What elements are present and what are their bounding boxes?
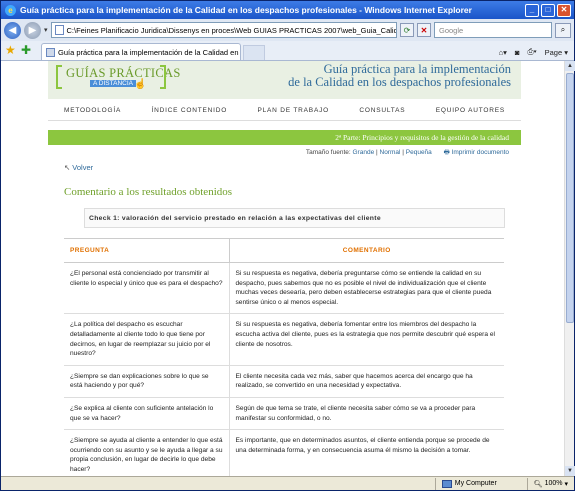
stop-button[interactable]: ✕ — [417, 23, 431, 37]
print-document-link[interactable]: 🖶 Imprimir documento — [444, 149, 509, 156]
tab-page-icon — [46, 47, 55, 57]
table-row: ¿Se explica al cliente con suficiente an… — [64, 397, 504, 431]
print-label: Imprimir documento — [451, 149, 509, 156]
nav-equipo-autores[interactable]: EQUIPO AUTORES — [436, 107, 505, 114]
computer-icon — [441, 479, 452, 488]
title-bar: e Guía práctica para la implementación d… — [1, 1, 574, 19]
question-cell: ¿El personal está concienciado por trans… — [64, 262, 229, 315]
site-nav: METODOLOGÍA ÍNDICE CONTENIDO PLAN DE TRA… — [48, 101, 521, 121]
question-cell: ¿Siempre se ayuda al cliente a entender … — [64, 429, 229, 476]
section-title: Comentario a los resultados obtenidos — [64, 186, 233, 198]
new-tab-button[interactable] — [243, 45, 265, 60]
refresh-button[interactable]: ⟳ — [400, 23, 414, 37]
scroll-down-icon[interactable]: ▼ — [565, 466, 575, 476]
window-title: Guía práctica para la implementación de … — [20, 5, 472, 15]
security-zone: My Computer — [434, 477, 527, 490]
zoom-control[interactable]: 🔍︎ 100% ▾ — [526, 477, 574, 490]
vertical-scrollbar[interactable]: ▲ ▼ — [564, 61, 575, 476]
page-viewport: GUÍAS PRÁCTICAS A DISTANCIA ☝ Guía práct… — [1, 61, 564, 476]
font-size-small[interactable]: Pequeña — [406, 149, 432, 156]
close-button[interactable]: ✕ — [557, 3, 571, 17]
search-icon[interactable]: ⌕ — [555, 22, 571, 38]
site-title-line2: de la Calidad en los despachos profesion… — [288, 75, 511, 89]
tab-active[interactable]: Guía práctica para la implementación de … — [41, 43, 241, 60]
comment-cell: Si su respuesta es negativa, debería pre… — [228, 262, 504, 315]
section-banner: 2ª Parte: Principios y requisitos de la … — [48, 130, 521, 145]
logo-sub: A DISTANCIA — [90, 80, 136, 87]
maximize-button[interactable]: □ — [541, 3, 555, 17]
table-row: ¿El personal está concienciado por trans… — [64, 262, 504, 315]
back-button[interactable]: ◀ — [4, 21, 21, 39]
results-table: PREGUNTA COMENTARIO ¿El personal está co… — [64, 238, 504, 476]
check-title: Check 1: valoración del servicio prestad… — [84, 208, 505, 228]
back-link[interactable]: ↖ Volver — [64, 162, 521, 174]
table-row: ¿La política del despacho es escuchar de… — [64, 313, 504, 366]
scroll-up-icon[interactable]: ▲ — [565, 61, 575, 71]
nav-plan-de-trabajo[interactable]: PLAN DE TRABAJO — [258, 107, 329, 114]
ie-logo-icon: e — [5, 4, 16, 16]
command-bar: ⌂▾ ◙ ⎙▾ Page ▾ — [499, 47, 574, 60]
status-bar: My Computer 🔍︎ 100% ▾ — [1, 476, 574, 490]
nav-consultas[interactable]: CONSULTAS — [359, 107, 405, 114]
question-cell: ¿Siempre se dan explicaciones sobre lo q… — [64, 365, 229, 398]
tab-row: ★ ✚ Guía práctica para la implementación… — [1, 41, 574, 61]
font-size-label: Tamaño fuente: — [305, 149, 351, 156]
nav-metodologia[interactable]: METODOLOGÍA — [64, 107, 121, 114]
tab-label: Guía práctica para la implementación de … — [58, 47, 241, 57]
search-input[interactable]: Google — [434, 22, 552, 38]
column-header-comentario: COMENTARIO — [228, 238, 504, 263]
address-row: ◀ ▶ ▾ C:\Feines Planificacio Juridica\Di… — [1, 19, 574, 41]
comment-cell: El cliente necesita cada vez más, saber … — [228, 365, 504, 398]
feeds-icon[interactable]: ◙ — [515, 48, 520, 57]
nav-indice-contenido[interactable]: ÍNDICE CONTENIDO — [151, 107, 227, 114]
site-logo[interactable]: GUÍAS PRÁCTICAS A DISTANCIA ☝ — [56, 65, 180, 95]
site-header: GUÍAS PRÁCTICAS A DISTANCIA ☝ Guía práct… — [48, 61, 521, 99]
font-size-normal[interactable]: Normal — [380, 149, 401, 156]
zone-label: My Computer — [454, 480, 497, 487]
page-icon — [54, 25, 64, 35]
hand-cursor-icon: ☝ — [134, 79, 147, 90]
forward-button[interactable]: ▶ — [24, 21, 41, 39]
minimize-button[interactable]: _ — [525, 3, 539, 17]
column-header-pregunta: PREGUNTA — [64, 238, 229, 263]
comment-cell: Según de que tema se trate, el cliente n… — [228, 397, 504, 431]
page-menu-label: Page — [544, 47, 563, 57]
address-field[interactable]: C:\Feines Planificacio Juridica\Dissenys… — [50, 22, 397, 38]
home-icon[interactable]: ⌂▾ — [499, 48, 507, 57]
address-text: C:\Feines Planificacio Juridica\Dissenys… — [66, 25, 397, 35]
table-row: ¿Siempre se dan explicaciones sobre lo q… — [64, 365, 504, 398]
browser-window: e Guía práctica para la implementación d… — [0, 0, 575, 491]
favorites-star-icon[interactable]: ★ — [5, 43, 19, 57]
back-label: Volver — [72, 163, 94, 172]
search-placeholder: Google — [439, 25, 464, 35]
scroll-thumb[interactable] — [566, 73, 574, 323]
history-dropdown-icon[interactable]: ▾ — [44, 26, 48, 34]
print-icon[interactable]: ⎙▾ — [527, 47, 536, 57]
font-size-controls: Tamaño fuente: Grande | Normal | Pequeña… — [305, 149, 509, 156]
comment-cell: Si su respuesta es negativa, debería fom… — [228, 313, 504, 366]
page-menu[interactable]: Page ▾ — [545, 48, 568, 57]
font-size-large[interactable]: Grande — [353, 149, 375, 156]
zoom-level: 100% — [544, 480, 563, 487]
question-cell: ¿La política del despacho es escuchar de… — [64, 313, 229, 366]
question-cell: ¿Se explica al cliente con suficiente an… — [64, 397, 229, 431]
add-favorites-icon[interactable]: ✚ — [21, 43, 35, 57]
page-content: GUÍAS PRÁCTICAS A DISTANCIA ☝ Guía práct… — [48, 61, 521, 476]
back-arrow-icon: ↖ — [64, 163, 71, 172]
table-row: ¿Siempre se ayuda al cliente a entender … — [64, 429, 504, 476]
comment-cell: Es importante, que en determinados asunt… — [228, 429, 504, 476]
zoom-icon: 🔍︎ — [533, 480, 543, 488]
site-title: Guía práctica para la implementación de … — [288, 63, 511, 89]
